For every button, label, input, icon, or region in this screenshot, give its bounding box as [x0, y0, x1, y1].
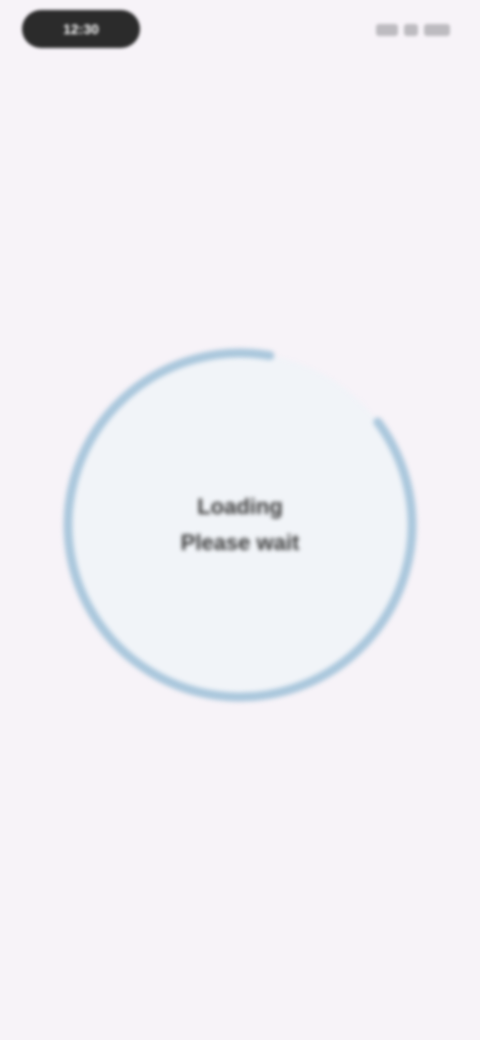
loading-line-2: Please wait — [180, 530, 300, 555]
status-icons — [376, 20, 450, 40]
status-time: 12:30 — [22, 10, 140, 48]
status-bar: 12:30 — [0, 0, 480, 60]
battery-icon — [424, 24, 450, 36]
loading-text: Loading Please wait — [60, 345, 420, 705]
signal-icon — [376, 24, 398, 36]
loading-line-1: Loading — [197, 494, 283, 519]
loading-indicator: Loading Please wait — [60, 345, 420, 705]
wifi-icon — [404, 24, 418, 36]
